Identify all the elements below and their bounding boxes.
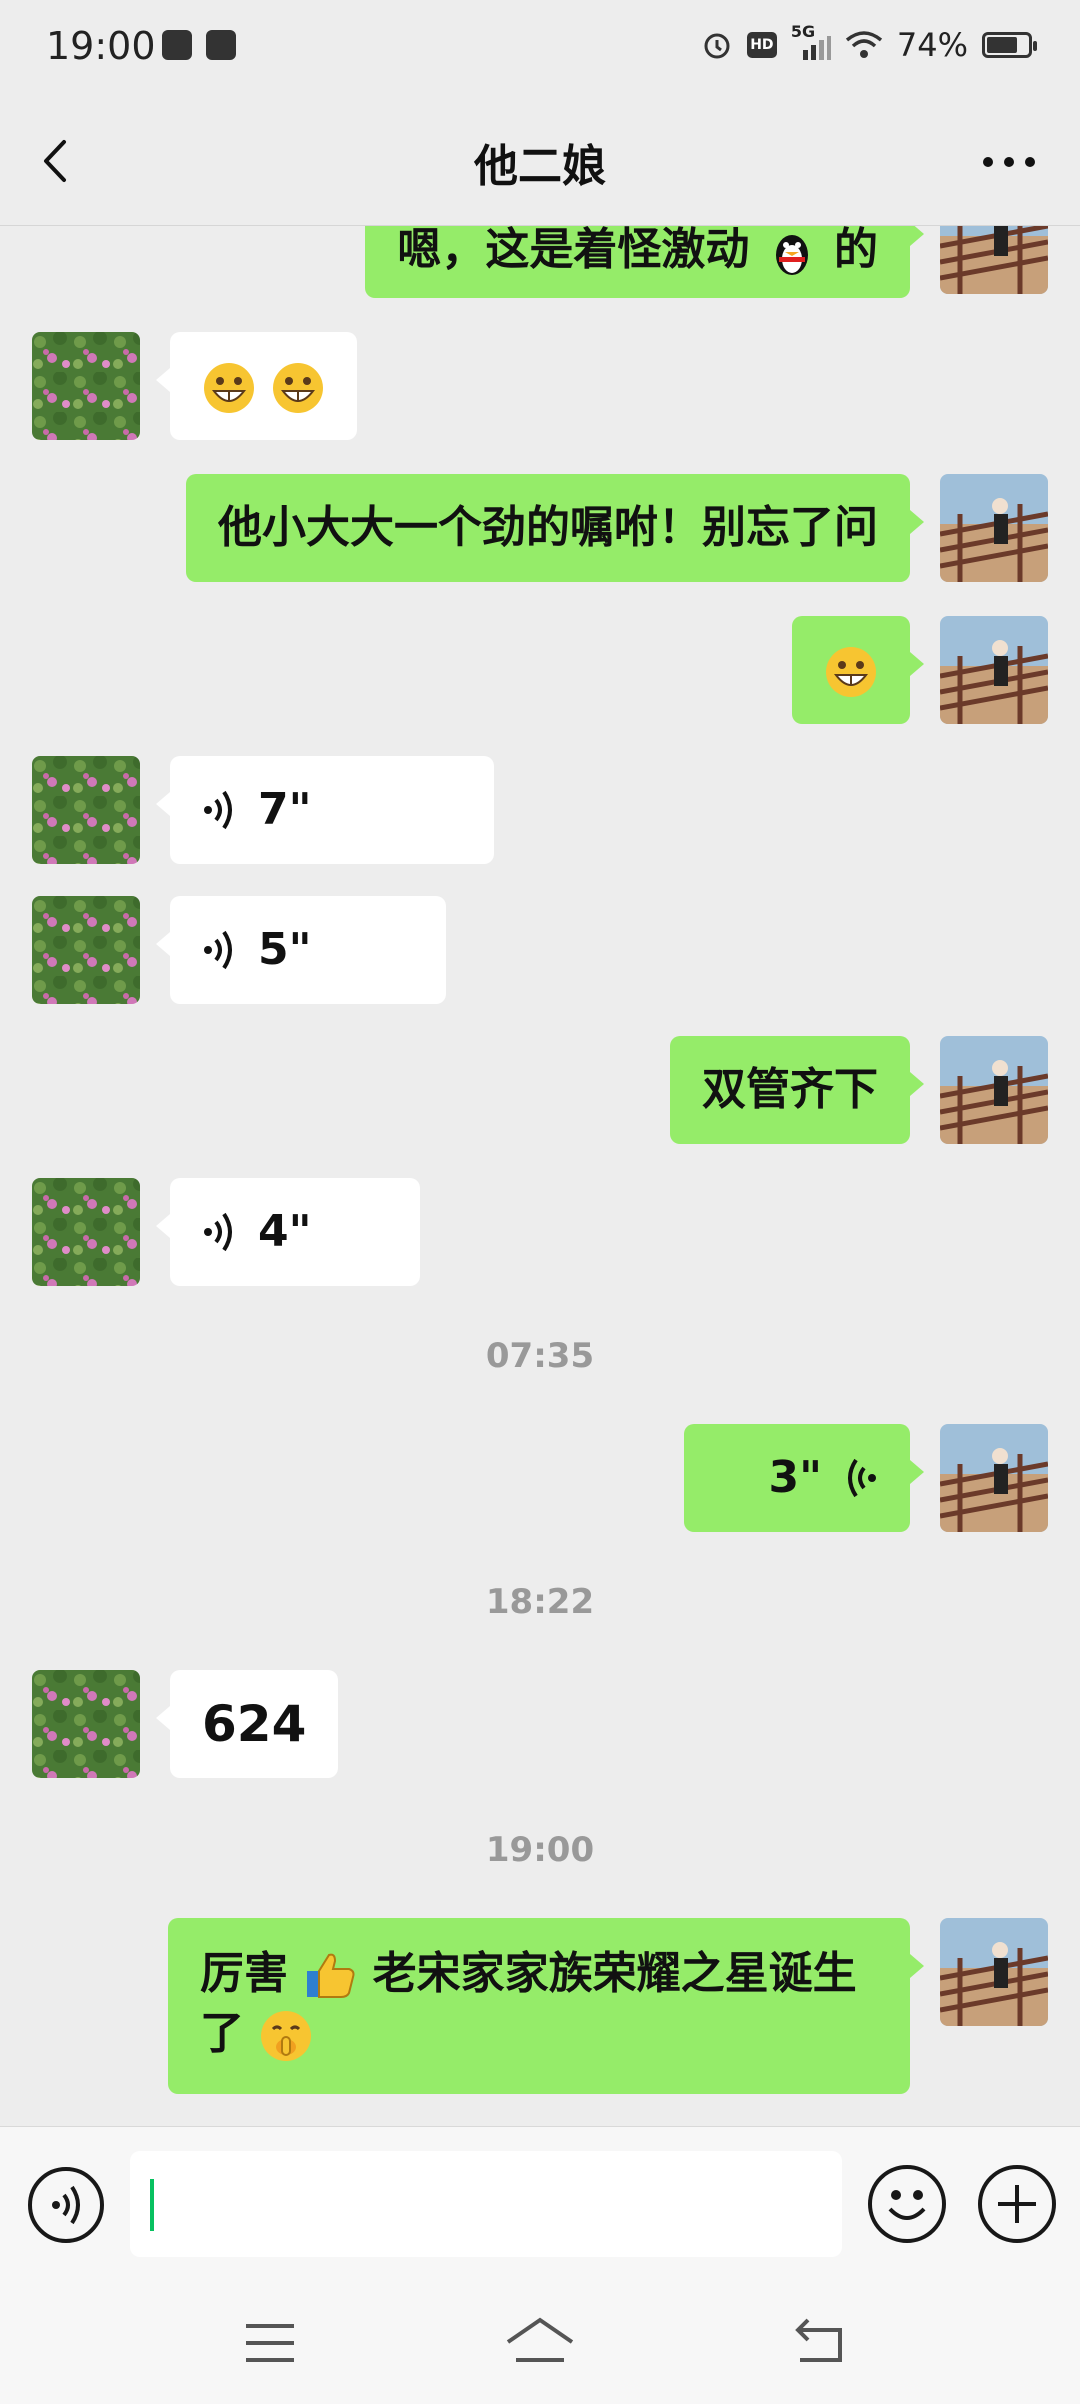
voice-wave-icon [848, 1458, 876, 1498]
timestamp: 07:35 [485, 1336, 595, 1376]
more-button[interactable] [974, 132, 1044, 192]
battery-percent: 74% [896, 26, 968, 64]
contact-avatar[interactable] [32, 896, 140, 1004]
input-bar [0, 2126, 1080, 2286]
message-text: 厉害 [200, 1948, 288, 1999]
contact-avatar[interactable] [32, 1178, 140, 1286]
voice-message-bubble[interactable]: 5" [156, 896, 446, 1004]
timestamp: 19:00 [485, 1830, 595, 1870]
message-bubble[interactable]: 厉害 老宋家家族荣耀之星诞生 了 [168, 1918, 924, 2094]
voice-mode-button[interactable] [28, 2167, 104, 2243]
more-dots-icon [983, 157, 1035, 167]
message-text: 624 [202, 1695, 307, 1753]
message-text: 双管齐下 [702, 1064, 878, 1115]
smiley-icon [888, 2190, 926, 2220]
voice-wave-icon [204, 790, 232, 830]
status-time: 19:00 [46, 24, 156, 68]
voice-duration: 3" [768, 1452, 822, 1503]
shushing-face-emoji [261, 2011, 312, 2061]
status-icons: HD 5G 74% [701, 22, 1037, 64]
system-nav-bar [0, 2286, 1080, 2404]
voice-mode-icon [52, 2185, 80, 2225]
message-text: 老宋家家族荣耀之星诞生 [372, 1948, 857, 1999]
message-input[interactable] [130, 2151, 842, 2257]
timestamp: 18:22 [485, 1582, 595, 1622]
plus-button[interactable] [978, 2165, 1056, 2243]
grin-emoji [273, 363, 324, 413]
message-text: 的 [834, 226, 878, 275]
signal-icon: 5G [791, 22, 831, 62]
message-bubble[interactable] [792, 616, 924, 724]
voice-message-bubble[interactable]: 3" [684, 1424, 924, 1532]
message-list[interactable]: 嗯，这是着怪激动 的 他小大大一个劲的嘱咐！别忘了问 7" 5" 双管齐下 4"… [0, 226, 1080, 2126]
message-bubble[interactable]: 他小大大一个劲的嘱咐！别忘了问 [186, 474, 924, 582]
battery-icon [982, 32, 1037, 58]
chat-title: 他二娘 [474, 141, 606, 192]
my-avatar[interactable] [940, 474, 1048, 582]
message-bubble[interactable] [155, 332, 358, 440]
back-icon[interactable] [790, 2316, 850, 2370]
chat-header: 他二娘 [0, 96, 1080, 226]
message-text: 他小大大一个劲的嘱咐！别忘了问 [218, 502, 878, 553]
voice-duration: 7" [258, 784, 312, 835]
penguin-emoji [775, 235, 808, 275]
message-text: 了 [200, 2008, 244, 2059]
voice-message-bubble[interactable]: 7" [156, 756, 494, 864]
voice-wave-icon [204, 1212, 232, 1252]
message-text: 嗯，这是着怪激动 [397, 226, 750, 275]
voice-message-bubble[interactable]: 4" [156, 1178, 420, 1286]
voice-duration: 4" [258, 1206, 312, 1257]
my-avatar[interactable] [940, 226, 1048, 294]
contact-avatar[interactable] [32, 1670, 140, 1778]
message-bubble[interactable]: 624 [155, 1670, 339, 1778]
my-avatar[interactable] [940, 1424, 1048, 1532]
alarm-icon [704, 33, 730, 59]
home-icon[interactable] [500, 2312, 580, 2372]
wifi-icon [845, 31, 882, 58]
voice-wave-icon [204, 930, 232, 970]
notification-app-icon [162, 30, 192, 60]
text-caret [150, 2179, 154, 2231]
emoji-button[interactable] [868, 2165, 946, 2243]
thumbs-up-emoji [307, 1953, 355, 1998]
contact-avatar[interactable] [32, 332, 140, 440]
plus-icon [998, 2185, 1036, 2223]
battery-level [987, 37, 1017, 53]
message-line: 了 [200, 2004, 878, 2064]
notification-app-icon [206, 30, 236, 60]
status-bar: 19:00 HD 5G 74% [0, 0, 1080, 96]
my-avatar[interactable] [940, 616, 1048, 724]
my-avatar[interactable] [940, 1036, 1048, 1144]
grin-emoji [204, 363, 254, 413]
grin-emoji [826, 647, 876, 697]
contact-avatar[interactable] [32, 756, 140, 864]
message-bubble[interactable]: 双管齐下 [670, 1036, 924, 1144]
message-bubble[interactable]: 嗯，这是着怪激动 的 [365, 226, 924, 298]
menu-icon[interactable] [240, 2316, 300, 2370]
my-avatar[interactable] [940, 1918, 1048, 2026]
voice-duration: 5" [258, 924, 312, 975]
hd-icon: HD [746, 32, 777, 58]
message-line: 厉害 老宋家家族荣耀之星诞生 [200, 1944, 878, 2004]
